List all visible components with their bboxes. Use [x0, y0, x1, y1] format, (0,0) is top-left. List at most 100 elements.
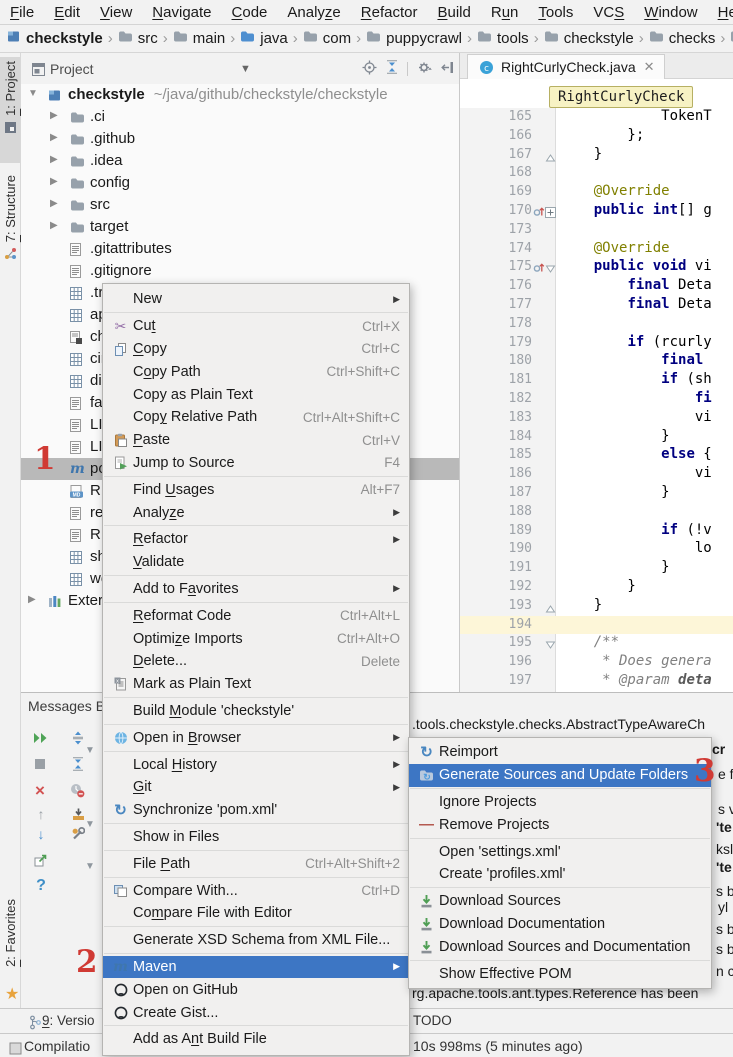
context-menu-item-copy-relative-path[interactable]: Copy Relative PathCtrl+Alt+Shift+C [103, 406, 409, 429]
maven-submenu-item-download-sources-and-documentation[interactable]: Download Sources and Documentation [409, 935, 711, 958]
favorites-star-icon[interactable]: ★ [5, 984, 19, 1004]
up-arrow-icon[interactable]: ↑ [32, 805, 50, 823]
menubar-item-view[interactable]: View [90, 4, 142, 21]
menubar-item-refactor[interactable]: Refactor [351, 4, 428, 21]
chevron-down-icon[interactable]: ▼ [240, 63, 251, 75]
breadcrumb-item-java-3[interactable]: java [240, 30, 288, 47]
tree-item-idea[interactable]: ▶.idea [21, 150, 459, 172]
context-menu-item-compare-file-with-editor[interactable]: Compare File with Editor [103, 902, 409, 925]
override-marker-icon[interactable] [533, 261, 545, 277]
pause-off-icon[interactable] [68, 781, 86, 799]
context-menu-item-generate-xsd-schema-from-xml-file[interactable]: Generate XSD Schema from XML File... [103, 929, 409, 952]
context-menu-item-cut[interactable]: ✂CutCtrl+X [103, 315, 409, 338]
breadcrumb-item-checks-8[interactable]: checks [649, 30, 716, 47]
context-menu-item-copy-as-plain-text[interactable]: Copy as Plain Text [103, 383, 409, 406]
tree-item-gitattributes[interactable]: .gitattributes [21, 238, 459, 260]
tree-item-config[interactable]: ▶config [21, 172, 459, 194]
breadcrumb-item-checkstyle-7[interactable]: checkstyle [544, 30, 634, 47]
menubar-item-vcs[interactable]: VCS [583, 4, 634, 21]
breadcrumb-item-puppycrawl-5[interactable]: puppycrawl [366, 30, 462, 47]
code-area[interactable]: 165 TokenT166 };167 }168169 @Override170… [460, 108, 733, 692]
menubar-item-edit[interactable]: Edit [44, 4, 90, 21]
breadcrumb-item-checkstyle-0[interactable]: checkstyle [7, 30, 103, 47]
menubar-item-help[interactable]: Help [708, 4, 733, 21]
fold-marker-icon[interactable] [545, 206, 556, 222]
context-menu-item-open-on-github[interactable]: Open on GitHub [103, 978, 409, 1001]
maven-submenu-item-show-effective-pom[interactable]: Show Effective POM [409, 962, 711, 985]
close-red-icon[interactable]: × [31, 781, 49, 799]
expander-icon[interactable]: ▼ [85, 745, 95, 756]
chevron-right-icon[interactable]: ▶ [50, 176, 58, 187]
context-menu-item-file-path[interactable]: File PathCtrl+Alt+Shift+2 [103, 852, 409, 875]
context-menu-item-reformat-code[interactable]: Reformat CodeCtrl+Alt+L [103, 604, 409, 627]
context-menu-item-copy[interactable]: CopyCtrl+C [103, 338, 409, 361]
maven-submenu-item-remove-projects[interactable]: —Remove Projects [409, 813, 711, 836]
fold-marker-icon[interactable] [545, 150, 556, 166]
chevron-right-icon[interactable]: ▶ [50, 110, 58, 121]
context-menu-item-synchronize-pom-xml[interactable]: ↻Synchronize 'pom.xml' [103, 799, 409, 822]
context-menu-item-open-in-browser[interactable]: Open in Browser▶ [103, 726, 409, 749]
menubar-item-window[interactable]: Window [634, 4, 707, 21]
context-menu-item-create-gist[interactable]: Create Gist... [103, 1001, 409, 1024]
context-menu-item-refactor[interactable]: Refactor▶ [103, 528, 409, 551]
breadcrumb-item-tools-6[interactable]: tools [477, 30, 529, 47]
context-menu-item-analyze[interactable]: Analyze▶ [103, 501, 409, 524]
breadcrumb-item-src-1[interactable]: src [118, 30, 158, 47]
maven-submenu-item-create-profiles-xml[interactable]: Create 'profiles.xml' [409, 863, 711, 886]
context-menu-item-git[interactable]: Git▶ [103, 776, 409, 799]
fold-marker-icon[interactable] [545, 601, 556, 617]
context-menu-item-copy-path[interactable]: Copy PathCtrl+Shift+C [103, 360, 409, 383]
rerun-icon[interactable] [31, 729, 49, 747]
context-menu-item-delete[interactable]: Delete...Delete [103, 650, 409, 673]
chevron-right-icon[interactable]: ▶ [28, 594, 36, 605]
chevron-right-icon[interactable]: ▶ [50, 220, 58, 231]
tree-item-src[interactable]: ▶src [21, 194, 459, 216]
menubar-item-code[interactable]: Code [222, 4, 278, 21]
tool-tab-version-control[interactable]: 9: Versio [42, 1013, 95, 1028]
maven-submenu-item-download-sources[interactable]: Download Sources [409, 890, 711, 913]
maven-submenu-item-download-documentation[interactable]: Download Documentation [409, 913, 711, 936]
tree-item-gitignore[interactable]: .gitignore [21, 260, 459, 282]
tool-tab-7-structure[interactable]: 7: Structure [0, 171, 20, 311]
hide-panel-icon[interactable] [441, 61, 454, 77]
project-panel-title[interactable]: Project [50, 61, 94, 77]
context-menu-item-add-as-ant-build-file[interactable]: Add as Ant Build File [103, 1028, 409, 1051]
context-menu-item-show-in-files[interactable]: Show in Files [103, 826, 409, 849]
close-tab-icon[interactable]: ✕ [644, 59, 655, 75]
breadcrumb-item-main-2[interactable]: main [173, 30, 226, 47]
menubar-item-file[interactable]: File [0, 4, 44, 21]
messages-panel-title[interactable]: Messages Bu [28, 698, 113, 714]
context-menu-item-mark-as-plain-text[interactable]: xMark as Plain Text [103, 673, 409, 696]
maven-submenu-item-ignore-projects[interactable]: Ignore Projects [409, 791, 711, 814]
chevron-down-icon[interactable]: ▼ [28, 88, 38, 99]
context-menu-item-local-history[interactable]: Local History▶ [103, 753, 409, 776]
chevron-right-icon[interactable]: ▶ [50, 198, 58, 209]
menubar-item-run[interactable]: Run [481, 4, 529, 21]
expander-icon[interactable]: ▼ [85, 861, 95, 872]
collapse-all-icon[interactable] [386, 60, 398, 77]
maven-submenu-item-generate-sources-and-update-folders[interactable]: ↻Generate Sources and Update Folders [409, 764, 711, 787]
locate-icon[interactable] [362, 60, 377, 78]
breadcrumb-item-com-4[interactable]: com [303, 30, 351, 47]
context-menu-item-compare-with[interactable]: Compare With...Ctrl+D [103, 879, 409, 902]
gear-icon[interactable] [417, 60, 432, 78]
tree-item-checkstyle[interactable]: ▼checkstyle~/java/github/checkstyle/chec… [21, 84, 459, 106]
down-arrow-icon[interactable]: ↓ [32, 825, 50, 843]
chevron-right-icon[interactable]: ▶ [50, 154, 58, 165]
maven-submenu-item-reimport[interactable]: ↻Reimport [409, 741, 711, 764]
fold-marker-icon[interactable] [545, 638, 556, 654]
menubar-item-analyze[interactable]: Analyze [277, 4, 350, 21]
context-menu-item-find-usages[interactable]: Find UsagesAlt+F7 [103, 478, 409, 501]
menubar-item-build[interactable]: Build [427, 4, 480, 21]
tree-item-ci[interactable]: ▶.ci [21, 106, 459, 128]
context-menu-item-jump-to-source[interactable]: Jump to SourceF4 [103, 452, 409, 475]
context-menu-item-maven[interactable]: mMaven▶ [103, 956, 409, 979]
tool-tab-todo[interactable]: TODO [413, 1013, 452, 1028]
chevron-right-icon[interactable]: ▶ [50, 132, 58, 143]
context-menu-item-build-module-checkstyle[interactable]: Build Module 'checkstyle' [103, 700, 409, 723]
stop-icon[interactable] [31, 755, 49, 773]
help-icon[interactable]: ? [32, 877, 50, 895]
context-menu-item-add-to-favorites[interactable]: Add to Favorites▶ [103, 578, 409, 601]
override-marker-icon[interactable] [533, 205, 545, 221]
context-menu-item-validate[interactable]: Validate [103, 551, 409, 574]
